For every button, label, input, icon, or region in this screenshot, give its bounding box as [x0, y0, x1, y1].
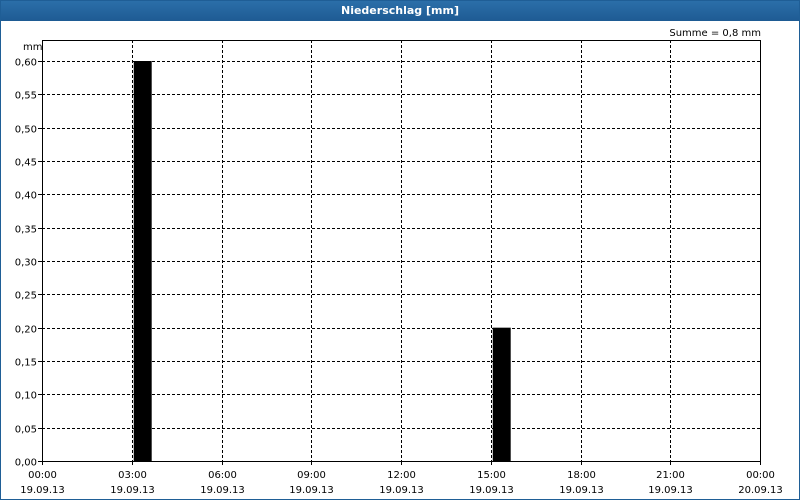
y-tick-label: 0,00 — [15, 458, 37, 469]
y-tick-label: 0,55 — [15, 91, 37, 102]
x-tick-time: 00:00 — [28, 470, 57, 481]
bar — [492, 327, 511, 461]
y-tick-label: 0,30 — [15, 258, 37, 269]
y-tick-label: 0,40 — [15, 191, 37, 202]
x-tick-time: 09:00 — [297, 470, 326, 481]
tick-labels: 0,00 0,05 0,10 0,15 0,20 0,25 0,30 0,35 0,40 0,45… — [15, 58, 783, 497]
x-tick-date: 19.09.13 — [559, 485, 604, 496]
x-tick-time: 00:00 — [746, 470, 775, 481]
x-tick-date: 19.09.13 — [469, 485, 514, 496]
x-tick-time: 18:00 — [567, 470, 596, 481]
x-tick-time: 06:00 — [208, 470, 237, 481]
bar — [133, 61, 152, 461]
y-tick-label: 0,20 — [15, 325, 37, 336]
y-tick-label: 0,25 — [15, 291, 37, 302]
x-tick-date: 20.09.13 — [738, 485, 783, 496]
y-tick-label: 0,60 — [15, 58, 37, 69]
x-tick-date: 19.09.13 — [110, 485, 155, 496]
chart-canvas: mm Summe = 0,8 mm 0,000,050,100,150,200,… — [15, 28, 783, 497]
x-tick-date: 19.09.13 — [289, 485, 334, 496]
sum-annotation: Summe = 0,8 mm — [669, 28, 761, 39]
x-tick-time: 12:00 — [387, 470, 416, 481]
y-tick-label: 0,15 — [15, 358, 37, 369]
x-tick-date: 19.09.13 — [20, 485, 65, 496]
y-tick-label: 0,05 — [15, 425, 37, 436]
x-tick-time: 21:00 — [656, 470, 685, 481]
x-tick-time: 03:00 — [118, 470, 147, 481]
y-tick-label: 0,45 — [15, 158, 37, 169]
y-tick-label: 0,35 — [15, 225, 37, 236]
x-tick-date: 19.09.13 — [200, 485, 245, 496]
x-tick-date: 19.09.13 — [648, 485, 693, 496]
y-tick-label: 0,10 — [15, 391, 37, 402]
y-axis-unit-label: mm — [23, 42, 42, 53]
x-tick-time: 15:00 — [477, 470, 506, 481]
y-tick-label: 0,50 — [15, 125, 37, 136]
x-tick-date: 19.09.13 — [379, 485, 424, 496]
